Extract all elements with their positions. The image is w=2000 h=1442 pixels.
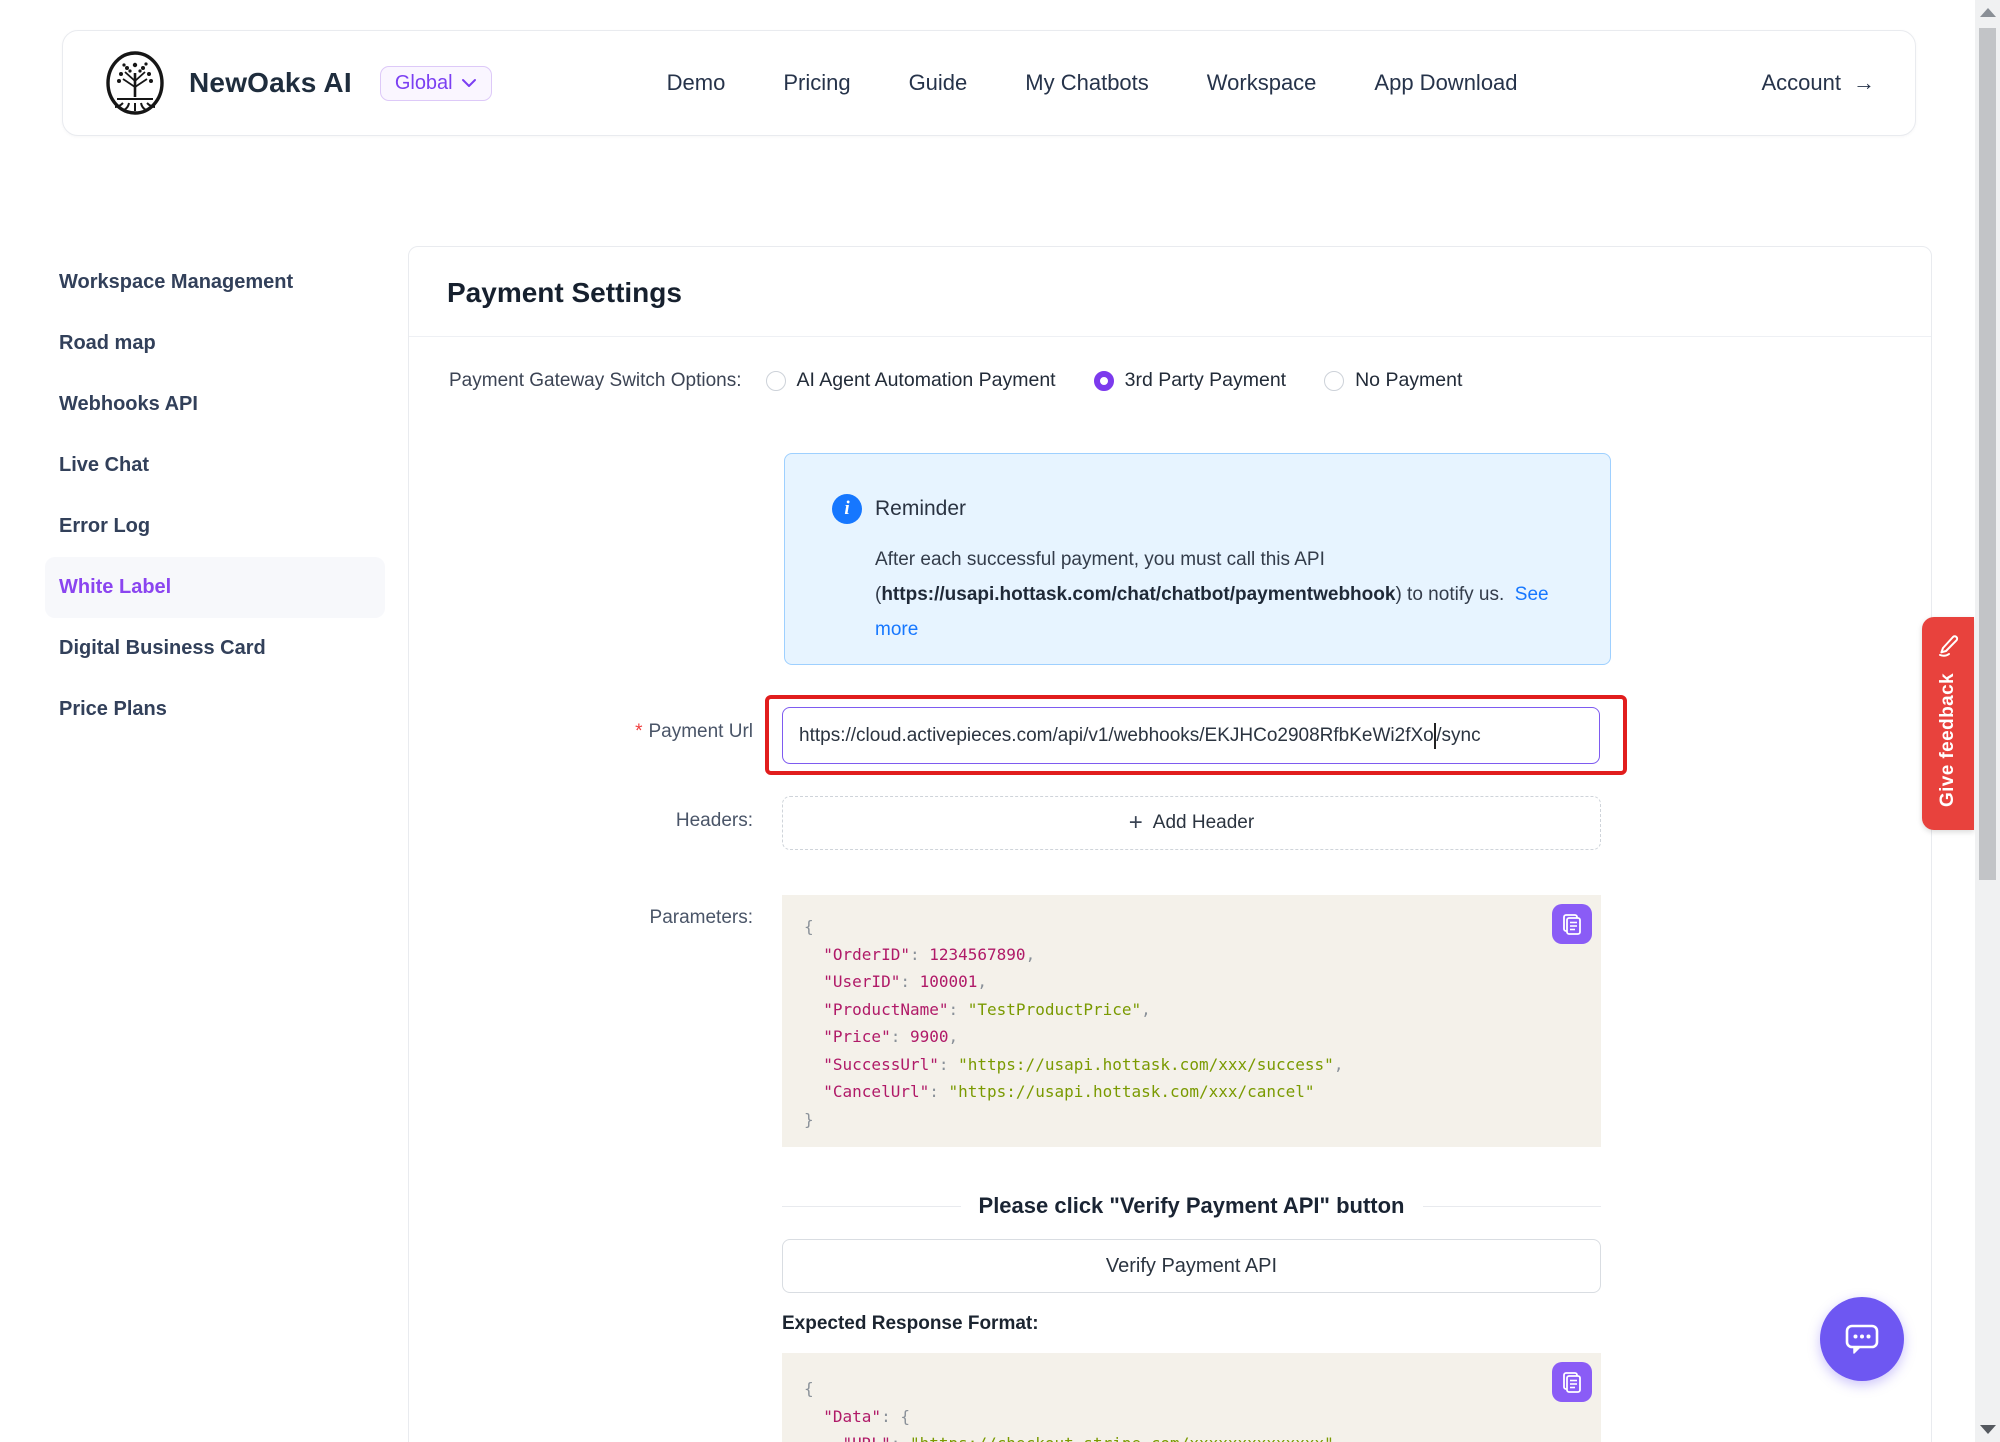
sidebar-item-error-log[interactable]: Error Log: [45, 496, 385, 557]
code-line: {: [804, 913, 1579, 941]
settings-sidebar: Workspace Management Road map Webhooks A…: [45, 252, 385, 740]
payment-url-value-after-caret: /sync: [1436, 725, 1480, 747]
info-icon: i: [832, 494, 862, 524]
chat-bubble-icon: [1840, 1317, 1884, 1361]
nav-item-demo[interactable]: Demo: [667, 70, 726, 96]
radio-no-payment[interactable]: No Payment: [1324, 369, 1462, 392]
account-label: Account: [1762, 70, 1842, 96]
required-asterisk: *: [635, 721, 642, 742]
scrollbar-thumb[interactable]: [1979, 28, 1996, 880]
chevron-down-icon: [461, 78, 477, 88]
payment-settings-panel: Payment Settings Payment Gateway Switch …: [408, 246, 1932, 1442]
code-line: }: [804, 1106, 1579, 1134]
top-navigation-bar: NewOaks AI Global Demo Pricing Guide My …: [62, 30, 1916, 136]
scroll-down-arrow-icon[interactable]: [1980, 1425, 1996, 1434]
pencil-icon: [1934, 631, 1962, 659]
code-line: "OrderID": 1234567890,: [804, 941, 1579, 969]
headers-label: Headers:: [409, 810, 753, 832]
code-line: "URL": "https://checkout.stripe.com/xxxx…: [804, 1430, 1579, 1442]
main-nav: Demo Pricing Guide My Chatbots Workspace…: [667, 70, 1518, 96]
verify-payment-api-button[interactable]: Verify Payment API: [782, 1239, 1601, 1293]
reminder-text-after: ) to notify us.: [1395, 584, 1504, 605]
parameters-label: Parameters:: [409, 907, 753, 929]
reminder-api-url: https://usapi.hottask.com/chat/chatbot/p…: [881, 584, 1395, 605]
code-line: "Data": {: [804, 1403, 1579, 1431]
expected-response-format-label: Expected Response Format:: [782, 1313, 1039, 1335]
sidebar-item-digital-business-card[interactable]: Digital Business Card: [45, 618, 385, 679]
sidebar-item-white-label[interactable]: White Label: [45, 557, 385, 618]
newoaks-tree-logo-icon: [103, 51, 167, 115]
page: NewOaks AI Global Demo Pricing Guide My …: [0, 0, 2000, 1442]
radio-checked-icon[interactable]: [1094, 371, 1114, 391]
nav-item-workspace[interactable]: Workspace: [1207, 70, 1317, 96]
live-chat-launcher-button[interactable]: [1820, 1297, 1904, 1381]
radio-3rd-party-payment[interactable]: 3rd Party Payment: [1094, 369, 1286, 392]
account-link[interactable]: Account →: [1762, 70, 1876, 96]
payment-url-label: *Payment Url: [409, 721, 753, 743]
plus-icon: +: [1129, 811, 1143, 835]
code-line: {: [804, 1375, 1579, 1403]
give-feedback-tab[interactable]: Give feedback: [1922, 617, 1974, 830]
reminder-alert: i Reminder After each successful payment…: [784, 453, 1611, 665]
scroll-up-arrow-icon[interactable]: [1980, 8, 1996, 17]
verify-instruction-divider: Please click "Verify Payment API" button: [782, 1193, 1601, 1219]
reminder-body: After each successful payment, you must …: [875, 542, 1575, 647]
sidebar-item-webhooks-api[interactable]: Webhooks API: [45, 374, 385, 435]
radio-unchecked-icon[interactable]: [1324, 371, 1344, 391]
code-line: "SuccessUrl": "https://usapi.hottask.com…: [804, 1051, 1579, 1079]
verify-instruction: Please click "Verify Payment API" button: [979, 1193, 1405, 1219]
radio-unchecked-icon[interactable]: [766, 371, 786, 391]
payment-gateway-options-label: Payment Gateway Switch Options:: [449, 370, 742, 392]
page-title: Payment Settings: [409, 247, 1931, 337]
reminder-title: Reminder: [875, 497, 966, 521]
region-selector-label: Global: [395, 72, 453, 95]
region-selector[interactable]: Global: [380, 66, 492, 101]
sidebar-item-workspace-management[interactable]: Workspace Management: [45, 252, 385, 313]
vertical-scrollbar[interactable]: [1975, 0, 2000, 1442]
parameters-code-block: { "OrderID": 1234567890, "UserID": 10000…: [782, 895, 1601, 1147]
payment-url-value-before-caret: https://cloud.activepieces.com/api/v1/we…: [799, 725, 1434, 747]
payment-gateway-radio-group: Payment Gateway Switch Options: AI Agent…: [449, 369, 1500, 392]
nav-item-guide[interactable]: Guide: [909, 70, 968, 96]
copy-icon[interactable]: [1552, 904, 1592, 944]
code-line: "Price": 9900,: [804, 1023, 1579, 1051]
code-line: "ProductName": "TestProductPrice",: [804, 996, 1579, 1024]
brand-home-link[interactable]: NewOaks AI: [103, 51, 352, 115]
arrow-right-icon: →: [1853, 70, 1875, 96]
code-line: "UserID": 100001,: [804, 968, 1579, 996]
brand-name: NewOaks AI: [189, 67, 352, 99]
response-code-block: { "Data": { "URL": "https://checkout.str…: [782, 1353, 1601, 1442]
nav-item-my-chatbots[interactable]: My Chatbots: [1025, 70, 1149, 96]
sidebar-item-live-chat[interactable]: Live Chat: [45, 435, 385, 496]
code-line: "CancelUrl": "https://usapi.hottask.com/…: [804, 1078, 1579, 1106]
nav-item-pricing[interactable]: Pricing: [783, 70, 850, 96]
copy-icon[interactable]: [1552, 1362, 1592, 1402]
sidebar-item-road-map[interactable]: Road map: [45, 313, 385, 374]
add-header-button[interactable]: + Add Header: [782, 796, 1601, 850]
sidebar-item-price-plans[interactable]: Price Plans: [45, 679, 385, 740]
payment-url-input[interactable]: https://cloud.activepieces.com/api/v1/we…: [782, 707, 1600, 764]
nav-item-app-download[interactable]: App Download: [1374, 70, 1517, 96]
give-feedback-label: Give feedback: [1937, 673, 1959, 807]
radio-ai-agent-automation-payment[interactable]: AI Agent Automation Payment: [766, 369, 1056, 392]
